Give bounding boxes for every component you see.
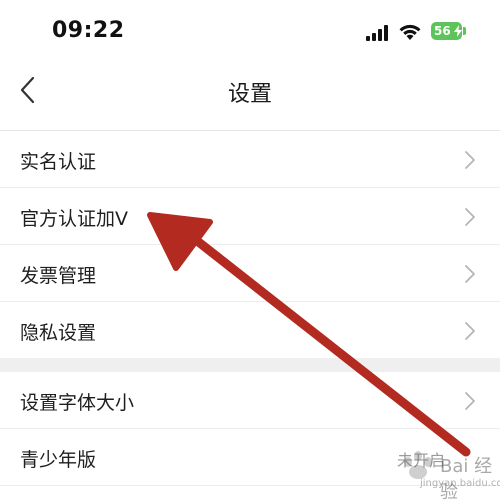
settings-screen: 09:22 56 设置 实名认证 官方认证加V 发票管理 隐私设置 设置字体大小…	[0, 0, 500, 500]
settings-item-font-size[interactable]: 设置字体大小	[0, 372, 500, 429]
settings-item-privacy[interactable]: 隐私设置	[0, 302, 500, 358]
status-bar: 09:22 56	[0, 0, 500, 66]
chevron-right-icon	[465, 265, 475, 283]
chevron-right-icon	[465, 392, 475, 410]
settings-list: 实名认证 官方认证加V 发票管理 隐私设置 设置字体大小 青少年版 未开启	[0, 130, 500, 486]
battery-level: 56	[434, 24, 451, 38]
settings-item-label: 实名认证	[20, 151, 97, 173]
settings-item-real-name[interactable]: 实名认证	[0, 131, 500, 188]
settings-item-official-verification[interactable]: 官方认证加V	[0, 188, 500, 245]
watermark-text: Bai 经验	[440, 456, 493, 500]
settings-item-label: 设置字体大小	[20, 392, 135, 414]
watermark-url: jingyan.baidu.com	[420, 478, 500, 489]
cellular-signal-icon	[366, 25, 388, 41]
settings-item-invoice[interactable]: 发票管理	[0, 245, 500, 302]
settings-item-label: 青少年版	[20, 449, 97, 471]
settings-item-label: 官方认证加V	[20, 208, 128, 230]
battery-tip	[463, 27, 466, 35]
wifi-icon	[399, 24, 421, 40]
chevron-right-icon	[465, 322, 475, 340]
section-separator	[0, 358, 500, 372]
settings-item-label: 发票管理	[20, 265, 97, 287]
chevron-right-icon	[465, 151, 475, 169]
nav-bar: 设置	[0, 66, 500, 114]
charging-bolt-icon	[454, 25, 462, 37]
chevron-right-icon	[465, 208, 475, 226]
page-title: 设置	[227, 82, 272, 107]
status-time: 09:22	[52, 18, 125, 43]
settings-item-label: 隐私设置	[20, 322, 97, 344]
